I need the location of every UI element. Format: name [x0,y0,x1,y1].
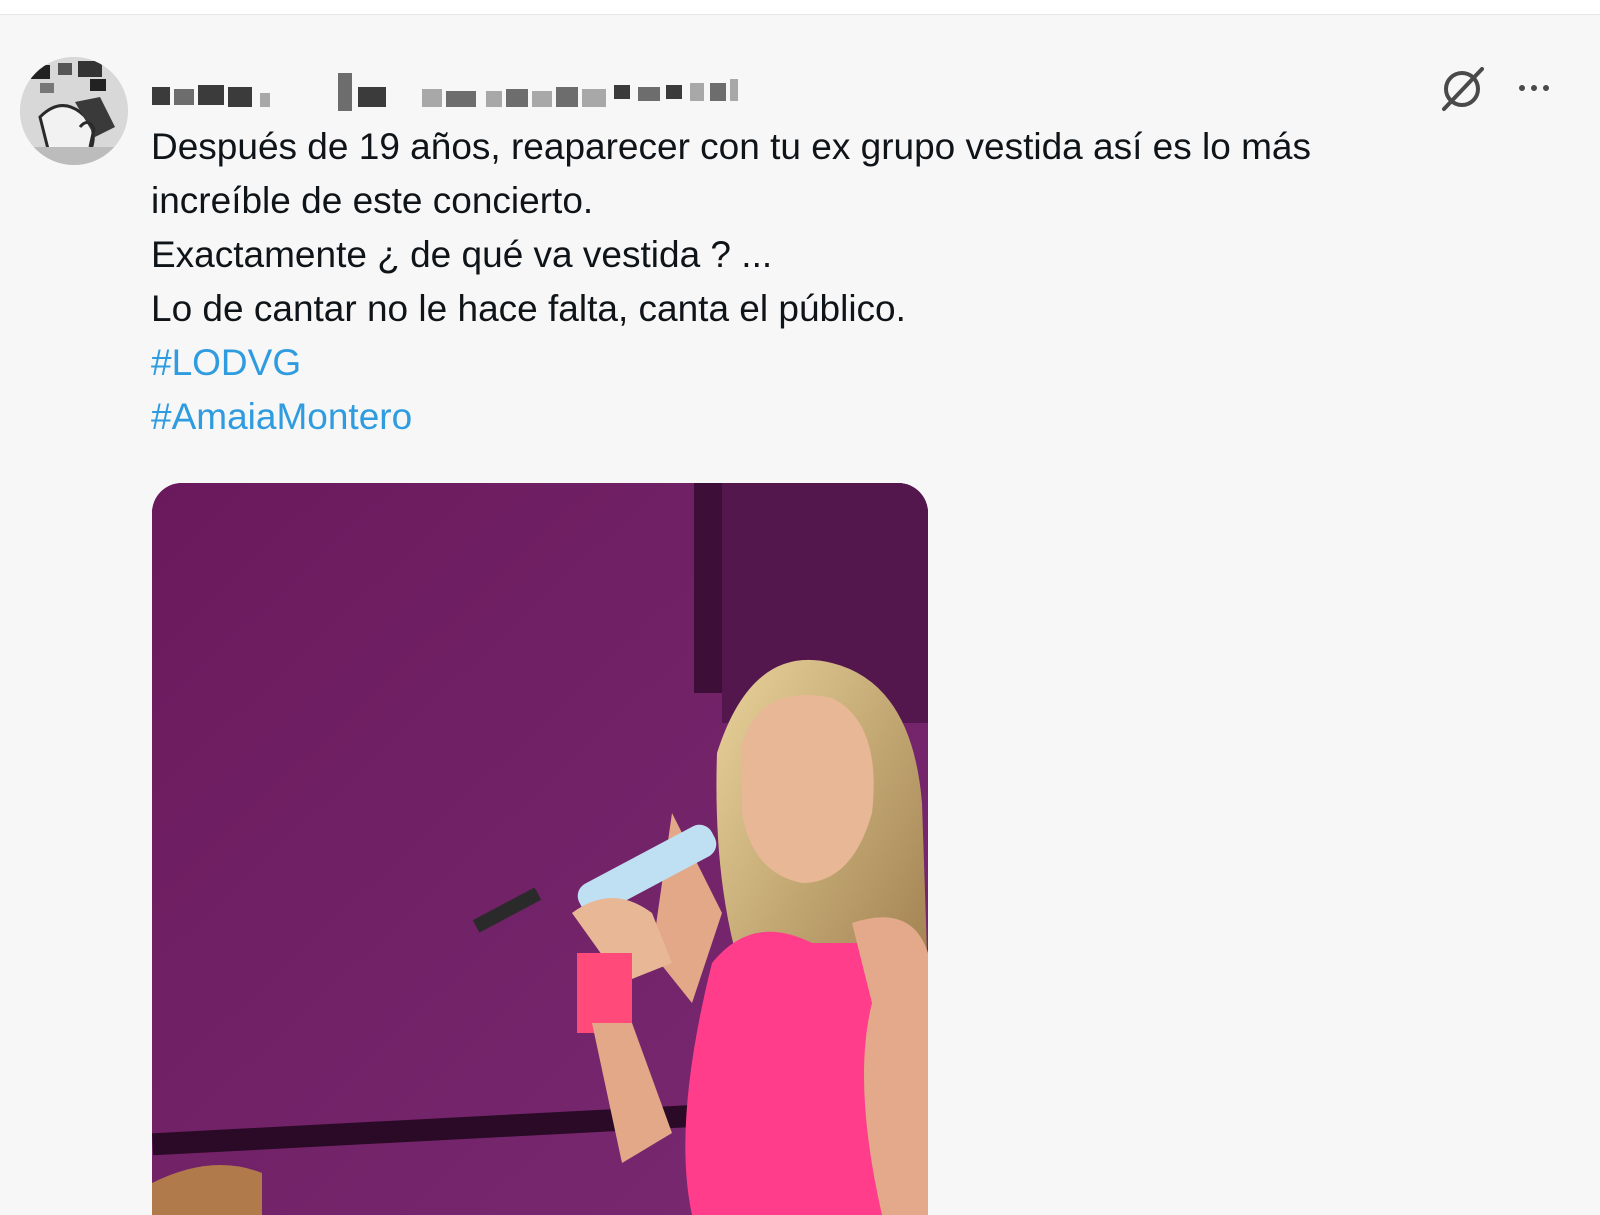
grok-icon[interactable] [1438,63,1488,113]
dot [1543,85,1549,91]
tweet-text: Después de 19 años, reaparecer con tu ex… [151,120,1451,444]
dot [1531,85,1537,91]
blur-pixel [422,89,442,107]
tweet-card: Después de 19 años, reaparecer con tu ex… [0,15,1600,1215]
blur-pixel [614,85,630,99]
concert-image [152,483,928,1215]
hashtag-link-amaiamontero[interactable]: #AmaiaMontero [151,390,1451,444]
blur-pixel [710,83,726,101]
tweet-text-line: Después de 19 años, reaparecer con tu ex… [151,126,1312,167]
blur-pixel [358,87,386,107]
tweet-text-line: Lo de cantar no le hace falta, canta el … [151,288,906,329]
top-divider [0,0,1600,15]
tweet-text-line: increíble de este concierto. [151,180,594,221]
blur-pixel [338,73,352,111]
blur-pixel [198,85,224,105]
tweet-text-line: Exactamente ¿ de qué va vestida ? ... [151,234,773,275]
blur-pixel [638,87,660,101]
tweet-media-video[interactable] [152,483,928,1215]
hashtag-link-lodvg[interactable]: #LODVG [151,336,1451,390]
blur-pixel [690,83,704,101]
blur-pixel [260,93,270,107]
blur-pixel [446,91,476,107]
blur-pixel [506,89,528,107]
author-name-blurred[interactable] [152,65,772,115]
dot [1519,85,1525,91]
avatar[interactable] [20,57,128,165]
blur-pixel [556,87,578,107]
blur-pixel [228,87,252,107]
blur-pixel [582,89,606,107]
more-options-icon[interactable] [1512,73,1556,103]
blur-pixel [666,85,682,99]
blur-pixel [532,91,552,107]
blur-pixel [174,89,194,105]
blur-pixel [486,91,502,107]
blur-pixel [730,79,738,101]
avatar-image [20,57,128,165]
blur-pixel [152,87,170,105]
